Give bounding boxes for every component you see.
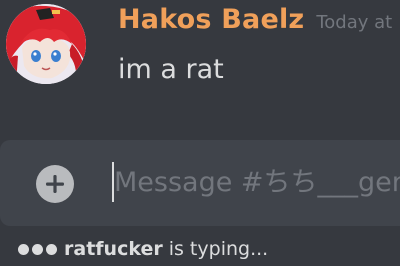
typing-user: ratfucker — [64, 238, 163, 260]
message-timestamp: Today at — [316, 12, 393, 33]
message-author[interactable]: Hakos Baelz — [118, 4, 304, 35]
message-content: im a rat — [118, 54, 224, 85]
avatar-image — [6, 4, 86, 84]
typing-indicator: ratfucker is typing... — [18, 236, 268, 262]
message-header: Hakos Baelz Today at — [118, 4, 392, 35]
typing-dots-icon — [18, 243, 57, 255]
avatar[interactable] — [6, 4, 86, 84]
attach-button[interactable] — [36, 165, 74, 203]
chat-message: Hakos Baelz Today at im a rat — [0, 0, 400, 110]
message-input[interactable] — [114, 158, 400, 206]
plus-circle-icon — [46, 175, 64, 193]
chat-window: Hakos Baelz Today at im a rat ratfucker … — [0, 0, 400, 266]
message-composer — [0, 140, 400, 226]
typing-status: is typing... — [168, 238, 269, 260]
